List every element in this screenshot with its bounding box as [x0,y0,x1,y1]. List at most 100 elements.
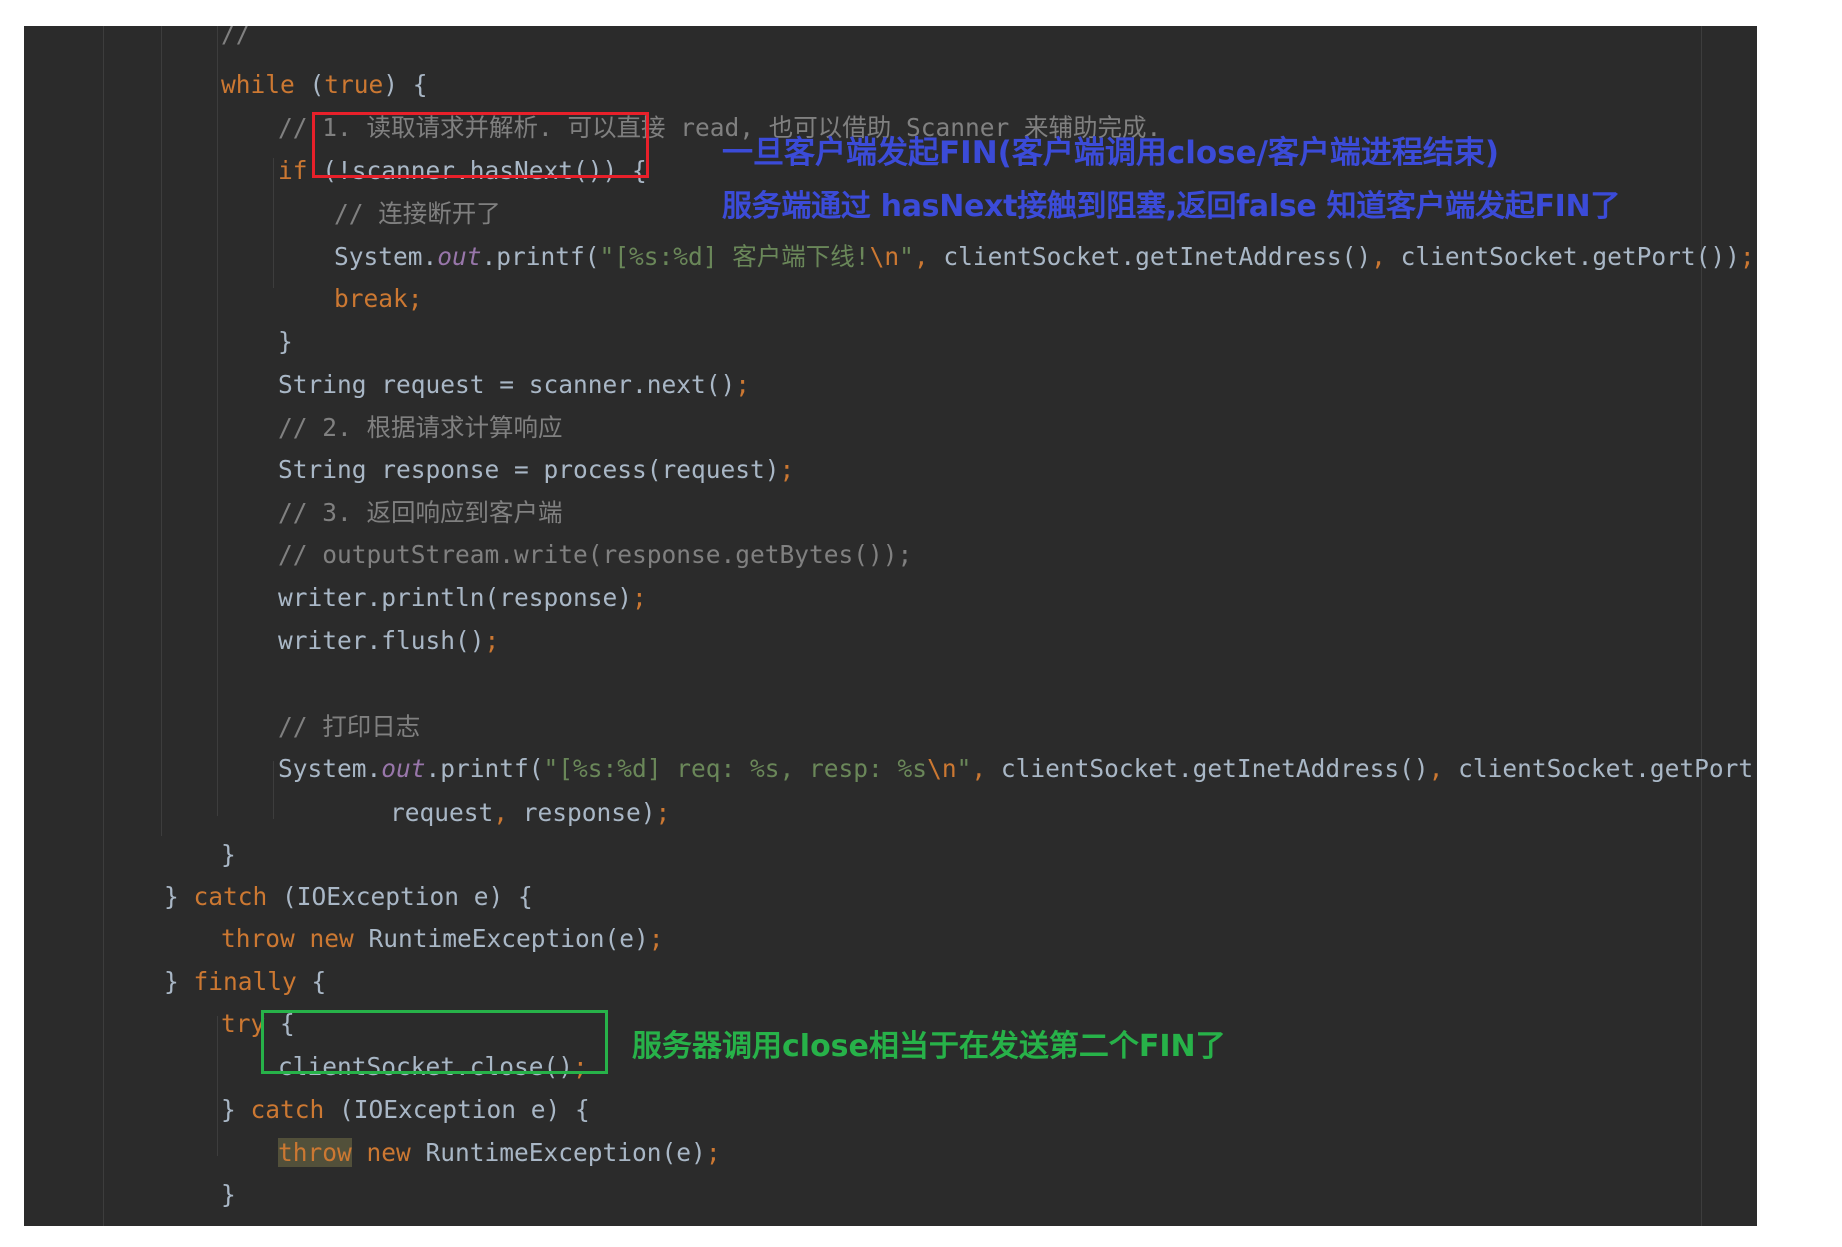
code-line: // 3. 返回响应到客户端 [278,492,563,534]
code-token: { [296,967,327,996]
code-token: .printf( [425,754,544,783]
code-token: // [221,26,266,48]
code-token: // 3. 返回响应到客户端 [278,498,563,527]
indent-guide [217,1016,218,1156]
code-token: , [1371,242,1401,271]
code-token: writer.println(response) [278,583,633,612]
code-token: ; [632,583,647,612]
code-line: // 2. 根据请求计算响应 [278,407,563,449]
fin-annotation-line2: 服务端通过 hasNext接触到阻塞,返回false 知道客户端发起FIN了 [722,189,1621,224]
code-line: throw new RuntimeException(e); [221,918,664,960]
code-token: , [971,754,1001,783]
indent-guide [161,26,162,836]
code-token: String response = process(request) [278,455,780,484]
code-token: .printf( [481,242,600,271]
code-token: clientSocket.getInetAddress() [943,242,1372,271]
code-token: } [221,1095,251,1124]
code-token: clientSocket.getPort()) [1400,242,1740,271]
code-token: } [164,1223,179,1226]
code-line: } [221,834,236,876]
code-token: ) { [383,70,428,99]
code-token: } [278,327,293,356]
code-token: } [221,1180,236,1209]
code-token: ; [484,626,500,655]
code-token: ; [735,370,751,399]
code-token: catch [250,1095,325,1124]
code-token: \n [869,242,900,271]
code-token: } [164,882,194,911]
right-margin-guide [1701,26,1702,1226]
code-token: throw new [221,924,354,953]
code-token: clientSocket.getPort() [1458,754,1757,783]
code-token: "[%s:%d] req: %s, resp: %s [543,754,928,783]
code-token: System. [278,754,382,783]
code-token: } [164,967,194,996]
code-token: String request = scanner.next() [278,370,736,399]
code-line: } catch (IOException e) { [221,1089,590,1131]
code-token: while [221,70,295,99]
code-token: // 连接断开了 [334,199,501,228]
code-line: } [221,1174,236,1216]
code-token: request [390,798,494,827]
indent-guide [217,26,218,816]
code-token: ; [1739,242,1755,271]
indent-guide [273,158,274,288]
code-line: // 打印日志 [278,706,420,748]
code-token: "[%s:%d] 客户端下线! [599,242,870,271]
code-line: writer.println(response); [278,577,647,619]
code-token: ; [648,924,664,953]
code-token: , [913,242,944,271]
code-line: throw new RuntimeException(e); [278,1132,721,1174]
code-line: System.out.printf("[%s:%d] 客户端下线!\n", cl… [334,236,1755,278]
code-line: request, response); [390,792,670,834]
code-line: // 连接断开了 [334,193,501,235]
code-token: RuntimeException(e) [353,924,649,953]
code-token: out [437,242,482,271]
code-token: true [324,70,384,99]
code-line: // [221,26,265,55]
code-line: } catch (IOException e) { [164,876,533,918]
code-line: } finally { [164,961,326,1003]
code-token: clientSocket.getInetAddress() [1000,754,1429,783]
code-token: \n [927,754,957,783]
code-line: // outputStream.write(response.getBytes(… [278,534,912,576]
code-token: out [381,754,426,783]
code-token: try [221,1009,266,1038]
code-token: (IOException e) { [267,882,533,911]
code-token: ; [779,455,795,484]
code-token: RuntimeException(e) [410,1138,706,1167]
indent-guide [103,26,104,1226]
close-annotation: 服务器调用close相当于在发送第二个FIN了 [632,1029,1226,1064]
code-token: , [1428,754,1459,783]
code-line: break; [334,278,423,320]
code-token: new [366,1138,411,1167]
code-token: ; [655,798,671,827]
code-token: finally [193,967,297,996]
code-token: } [221,840,236,869]
code-token: ; [705,1138,721,1167]
fin-annotation-line1: 一旦客户端发起FIN(客户端调用close/客户端进程结束) [722,135,1500,171]
code-token: " [899,242,914,271]
code-token: writer.flush() [278,626,485,655]
code-line: } [278,321,293,363]
indent-guide [273,761,274,819]
code-token: // 2. 根据请求计算响应 [278,413,563,442]
code-token: if [278,156,308,185]
code-token: " [956,754,972,783]
code-line: writer.flush(); [278,620,499,662]
red-highlight-box [312,112,649,178]
code-token: catch [193,882,268,911]
code-token: throw [278,1138,352,1167]
code-line: String response = process(request); [278,449,794,491]
code-token: ( [294,70,325,99]
code-line: } [164,1217,179,1226]
code-token: // 打印日志 [278,712,421,741]
code-token: // outputStream.write(response.getBytes(… [278,540,913,569]
code-line: String request = scanner.next(); [278,364,750,406]
code-token: (IOException e) { [324,1095,590,1124]
code-line: System.out.printf("[%s:%d] req: %s, resp… [278,748,1757,790]
code-token: , [493,798,523,827]
green-highlight-box [261,1010,608,1074]
code-token: break; [334,284,423,313]
